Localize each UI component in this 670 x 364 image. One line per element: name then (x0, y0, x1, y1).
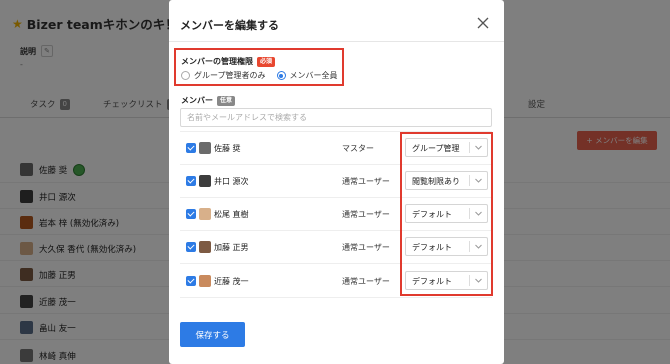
member-checkbox[interactable] (186, 242, 196, 252)
member-role: 通常ユーザー (342, 210, 390, 219)
members-label: メンバー 任意 (181, 95, 236, 106)
member-name: 近藤 茂一 (214, 277, 249, 286)
member-name: 井口 源次 (214, 177, 249, 186)
member-role: マスター (342, 144, 374, 153)
member-checkbox[interactable] (186, 209, 196, 219)
avatar (199, 241, 211, 253)
highlight-box (174, 48, 344, 86)
modal-title: メンバーを編集する (180, 19, 279, 32)
member-role: 通常ユーザー (342, 243, 390, 252)
edit-members-modal: メンバーを編集する メンバーの管理権限 必須 グループ管理者のみ メンバー全員 … (169, 0, 504, 364)
close-icon[interactable] (476, 16, 490, 30)
optional-badge: 任意 (217, 95, 236, 106)
avatar (199, 275, 211, 287)
divider (180, 297, 492, 298)
member-role: 通常ユーザー (342, 177, 390, 186)
member-role: 通常ユーザー (342, 277, 390, 286)
avatar (199, 142, 211, 154)
header-divider (169, 41, 504, 42)
member-name: 松尾 直樹 (214, 210, 249, 219)
avatar (199, 208, 211, 220)
avatar (199, 175, 211, 187)
save-button[interactable]: 保存する (180, 322, 245, 347)
highlight-box (400, 132, 493, 296)
member-checkbox[interactable] (186, 143, 196, 153)
member-checkbox[interactable] (186, 276, 196, 286)
member-name: 佐藤 奨 (214, 144, 241, 153)
member-checkbox[interactable] (186, 176, 196, 186)
search-input[interactable] (180, 108, 492, 127)
member-name: 加藤 正男 (214, 243, 249, 252)
